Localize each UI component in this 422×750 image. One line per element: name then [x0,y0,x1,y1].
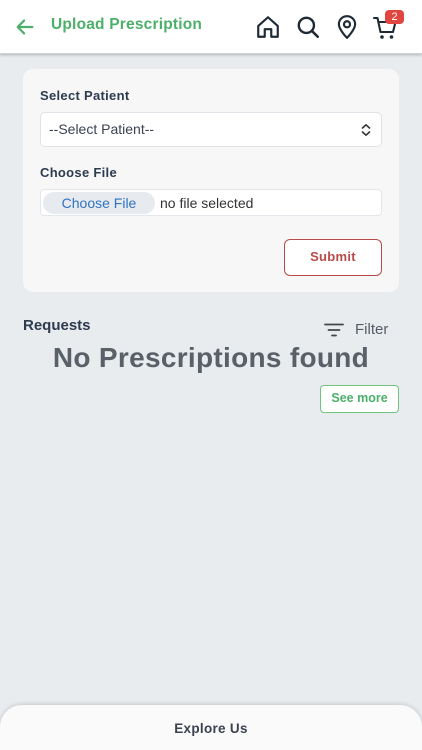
upload-form-card: Select Patient --Select Patient-- Choose… [23,69,399,292]
filter-icon [324,323,344,337]
filter-label: Filter [355,321,389,338]
explore-bottom-sheet[interactable]: Explore Us [0,705,422,750]
file-status-text: no file selected [160,195,254,211]
explore-us-label: Explore Us [174,721,248,736]
requests-heading: Requests [23,317,91,334]
choose-file-label: Choose File [40,165,117,180]
patient-select[interactable]: --Select Patient-- [40,112,382,147]
back-arrow-icon[interactable] [14,16,36,38]
select-patient-label: Select Patient [40,88,130,103]
cart-count-badge: 2 [385,10,404,24]
file-input[interactable]: Choose File no file selected [40,189,382,216]
page-title: Upload Prescription [51,16,203,33]
search-icon[interactable] [295,14,321,40]
app-header: Upload Prescription 2 [0,0,422,54]
see-more-button[interactable]: See more [320,385,399,413]
home-icon[interactable] [255,14,281,40]
patient-select-value: --Select Patient-- [49,121,155,137]
empty-state-message: No Prescriptions found [52,342,370,373]
choose-file-button[interactable]: Choose File [43,192,155,214]
select-chevron-icon [361,124,371,136]
location-pin-icon[interactable] [334,14,360,40]
submit-button[interactable]: Submit [284,239,382,276]
